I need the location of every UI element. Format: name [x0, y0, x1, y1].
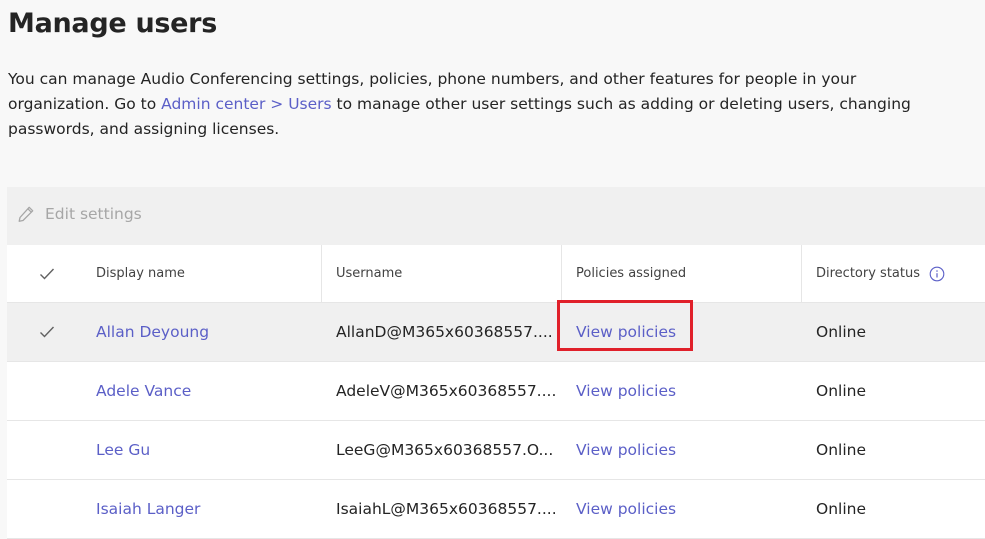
- users-table: Display name Username Policies assigned …: [7, 245, 985, 539]
- view-policies-link[interactable]: View policies: [576, 480, 801, 538]
- view-policies-link[interactable]: View policies: [576, 362, 801, 420]
- checkmark-icon: [40, 268, 55, 280]
- column-header-policies[interactable]: Policies assigned: [576, 245, 801, 302]
- directory-status-cell: Online: [816, 500, 866, 518]
- column-divider: [561, 245, 562, 302]
- row-checkbox[interactable]: [7, 303, 87, 361]
- column-header-display-name[interactable]: Display name: [96, 245, 321, 302]
- view-policies-link[interactable]: View policies: [576, 421, 801, 479]
- user-display-name-link[interactable]: Allan Deyoung: [96, 303, 321, 361]
- directory-status-cell: Online: [816, 382, 866, 400]
- checkmark-icon: [40, 326, 55, 338]
- user-display-name-link[interactable]: Isaiah Langer: [96, 480, 321, 538]
- username-cell: IsaiahL@M365x60368557....: [336, 500, 557, 518]
- table-header: Display name Username Policies assigned …: [7, 245, 985, 303]
- breadcrumb-separator: >: [265, 95, 289, 113]
- username-cell: LeeG@M365x60368557.O...: [336, 441, 554, 459]
- users-link[interactable]: Users: [288, 95, 331, 113]
- edit-settings-label: Edit settings: [45, 205, 142, 223]
- username-cell: AdeleV@M365x60368557....: [336, 382, 557, 400]
- column-header-username[interactable]: Username: [336, 245, 561, 302]
- table-row[interactable]: Isaiah Langer IsaiahL@M365x60368557.... …: [7, 480, 985, 539]
- table-row[interactable]: Allan Deyoung AllanD@M365x60368557.... V…: [7, 303, 985, 362]
- intro-text: You can manage Audio Conferencing settin…: [8, 67, 958, 142]
- table-row[interactable]: Adele Vance AdeleV@M365x60368557.... Vie…: [7, 362, 985, 421]
- page-title: Manage users: [8, 8, 217, 39]
- edit-settings-button[interactable]: Edit settings: [17, 205, 142, 223]
- directory-status-cell: Online: [816, 441, 866, 459]
- view-policies-link[interactable]: View policies: [576, 303, 801, 361]
- row-checkbox[interactable]: [7, 421, 87, 479]
- column-divider: [801, 245, 802, 302]
- table-row[interactable]: Lee Gu LeeG@M365x60368557.O... View poli…: [7, 421, 985, 480]
- user-display-name-link[interactable]: Lee Gu: [96, 421, 321, 479]
- row-checkbox[interactable]: [7, 362, 87, 420]
- info-icon[interactable]: [929, 266, 945, 282]
- select-all-checkbox[interactable]: [7, 245, 87, 302]
- column-header-directory-status-label: Directory status: [816, 266, 920, 281]
- row-checkbox[interactable]: [7, 480, 87, 538]
- admin-center-link[interactable]: Admin center: [161, 95, 265, 113]
- pencil-icon: [17, 205, 35, 223]
- directory-status-cell: Online: [816, 323, 866, 341]
- column-divider: [321, 245, 322, 302]
- column-header-directory-status[interactable]: Directory status: [816, 245, 985, 302]
- username-cell: AllanD@M365x60368557....: [336, 323, 553, 341]
- toolbar: Edit settings: [7, 187, 985, 245]
- user-display-name-link[interactable]: Adele Vance: [96, 362, 321, 420]
